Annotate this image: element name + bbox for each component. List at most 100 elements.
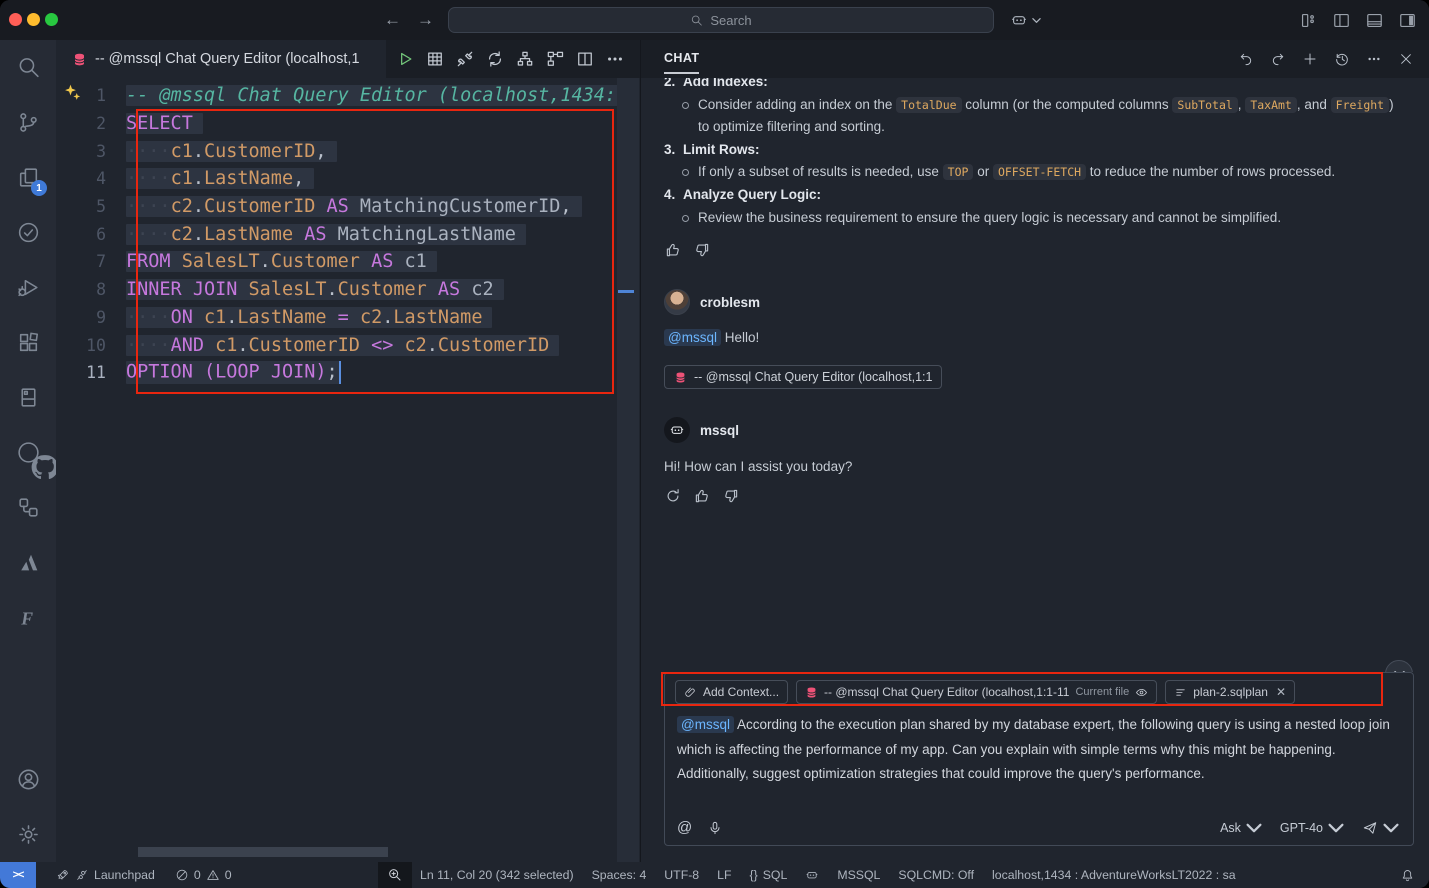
code-line[interactable]: 2SELECT: [56, 110, 640, 138]
nav-forward-icon[interactable]: →: [417, 10, 434, 30]
mode-picker[interactable]: Ask: [1220, 820, 1262, 836]
history-button[interactable]: [1333, 50, 1351, 68]
thumbs-down-icon[interactable]: [722, 487, 740, 505]
results-grid-button[interactable]: [424, 49, 445, 70]
activity-bar-item-search[interactable]: [0, 40, 56, 95]
code-line[interactable]: 3····c1.CustomerID,: [56, 137, 640, 165]
mssql-status[interactable]: MSSQL: [837, 868, 880, 882]
chat-input-text[interactable]: @mssql According to the execution plan s…: [665, 707, 1413, 819]
toggle-sidebar-icon[interactable]: [1332, 11, 1351, 30]
sqlcmd-status[interactable]: SQLCMD: Off: [898, 868, 974, 882]
context-chip-editor[interactable]: -- @mssql Chat Query Editor (localhost,1…: [796, 680, 1157, 704]
problems-button[interactable]: 0 0: [175, 868, 232, 882]
code-line[interactable]: 1-- @mssql Chat Query Editor (localhost,…: [56, 82, 640, 110]
activity-bar-item-run-debug[interactable]: [0, 260, 56, 315]
toggle-secondary-sidebar-icon[interactable]: [1398, 11, 1417, 30]
eol[interactable]: LF: [717, 868, 731, 882]
code-editor[interactable]: 1-- @mssql Chat Query Editor (localhost,…: [56, 78, 640, 862]
more-button[interactable]: [1365, 50, 1383, 68]
connection-status[interactable]: localhost,1434 : AdventureWorksLT2022 : …: [992, 868, 1236, 882]
mssql-mention-chip: @mssql: [677, 716, 734, 733]
code-token: CustomerID: [249, 335, 360, 356]
activity-bar-item-fabric[interactable]: F: [0, 590, 56, 645]
run-query-button[interactable]: [394, 49, 415, 70]
toggle-panel-icon[interactable]: [1365, 11, 1384, 30]
code-line[interactable]: 7FROM SalesLT.Customer AS c1: [56, 248, 640, 276]
editor-zoom-indicator[interactable]: [378, 862, 412, 888]
context-chip-sqlplan[interactable]: plan-2.sqlplan ✕: [1165, 680, 1295, 704]
remote-indicator[interactable]: ><: [0, 862, 36, 888]
table-designer-button[interactable]: [544, 49, 565, 70]
activity-bar-item-extensions[interactable]: [0, 315, 56, 370]
activity-bar-item-azure[interactable]: [0, 535, 56, 590]
schema-visualize-button[interactable]: [514, 49, 535, 70]
cursor-position[interactable]: Ln 11, Col 20 (342 selected): [420, 868, 574, 882]
redo-button[interactable]: [1269, 50, 1287, 68]
code-line[interactable]: 11OPTION (LOOP JOIN);: [56, 359, 640, 387]
eye-icon[interactable]: [1135, 686, 1148, 699]
launchpad-button[interactable]: Launchpad: [56, 868, 155, 882]
tab-chat[interactable]: CHAT: [664, 51, 699, 67]
error-count: 0: [194, 868, 201, 882]
activity-bar-item-source-control[interactable]: [0, 95, 56, 150]
thumbs-up-icon[interactable]: [664, 241, 682, 259]
notifications-bell[interactable]: [1400, 868, 1415, 883]
attachment-chip-editor[interactable]: -- @mssql Chat Query Editor (localhost,1…: [664, 365, 942, 389]
microphone-icon[interactable]: [707, 820, 723, 836]
activity-bar-item-github[interactable]: [0, 425, 56, 480]
nav-back-icon[interactable]: ←: [384, 10, 401, 30]
new-chat-icon: [1302, 51, 1318, 67]
minimize-button[interactable]: [27, 13, 40, 26]
send-button[interactable]: [1362, 820, 1399, 836]
code-token: .: [427, 335, 438, 356]
activity-bar-item-remote-device[interactable]: [0, 370, 56, 425]
new-chat-button[interactable]: [1301, 50, 1319, 68]
command-search-box[interactable]: Search: [448, 7, 994, 33]
activity-bar-item-explorer[interactable]: 1: [0, 150, 56, 205]
activity-bar-item-settings-gear[interactable]: [0, 807, 56, 862]
mention-button[interactable]: @: [677, 819, 692, 836]
send-icon: [1362, 820, 1378, 836]
more-actions-button[interactable]: [604, 49, 625, 70]
activity-bar-item-database-projects[interactable]: [0, 480, 56, 535]
zoom-button[interactable]: [45, 13, 58, 26]
code-token: ····: [126, 307, 171, 328]
thumbs-down-icon[interactable]: [693, 241, 711, 259]
thumbs-up-icon[interactable]: [693, 487, 711, 505]
copilot-status[interactable]: [805, 868, 819, 882]
regenerate-icon[interactable]: [664, 487, 682, 505]
code-line[interactable]: 6····c2.LastName AS MatchingLastName: [56, 220, 640, 248]
chat-input-box[interactable]: Add Context... -- @mssql Chat Query Edit…: [664, 672, 1414, 846]
undo-button[interactable]: [1237, 50, 1255, 68]
close-button[interactable]: [9, 13, 22, 26]
code-token: ····: [126, 196, 171, 217]
change-connection-button[interactable]: [484, 49, 505, 70]
copilot-sparkle-icon[interactable]: [62, 83, 84, 103]
tab-mssql-chat-query-editor[interactable]: -- @mssql Chat Query Editor (localhost,1: [56, 40, 386, 78]
activity-bar-item-check-circle[interactable]: [0, 205, 56, 260]
code-token: c1: [215, 335, 237, 356]
mode-label: Ask: [1220, 821, 1241, 835]
copilot-menu-button[interactable]: [1010, 7, 1041, 33]
close-button[interactable]: [1397, 50, 1415, 68]
minimap[interactable]: [617, 78, 639, 862]
indentation[interactable]: Spaces: 4: [592, 868, 647, 882]
code-token: .: [226, 307, 237, 328]
remove-chip-icon[interactable]: ✕: [1276, 685, 1286, 699]
language-mode[interactable]: {} SQL: [750, 868, 788, 882]
disconnect-button[interactable]: [454, 49, 475, 70]
code-line[interactable]: 5····c2.CustomerID AS MatchingCustomerID…: [56, 193, 640, 221]
horizontal-scrollbar[interactable]: [138, 847, 388, 857]
activity-bar-item-account[interactable]: [0, 752, 56, 807]
scroll-to-bottom-button[interactable]: [1385, 660, 1413, 672]
split-editor-button[interactable]: [574, 49, 595, 70]
code-line[interactable]: 8INNER JOIN SalesLT.Customer AS c2: [56, 276, 640, 304]
code-token: CustomerID: [204, 196, 315, 217]
code-line[interactable]: 9····ON c1.LastName = c2.LastName: [56, 304, 640, 332]
model-picker[interactable]: GPT-4o: [1280, 820, 1344, 836]
code-line[interactable]: 4····c1.LastName,: [56, 165, 640, 193]
code-line[interactable]: 10····AND c1.CustomerID <> c2.CustomerID: [56, 331, 640, 359]
encoding[interactable]: UTF-8: [664, 868, 699, 882]
add-context-button[interactable]: Add Context...: [675, 680, 788, 704]
customize-layout-icon[interactable]: [1299, 11, 1318, 30]
